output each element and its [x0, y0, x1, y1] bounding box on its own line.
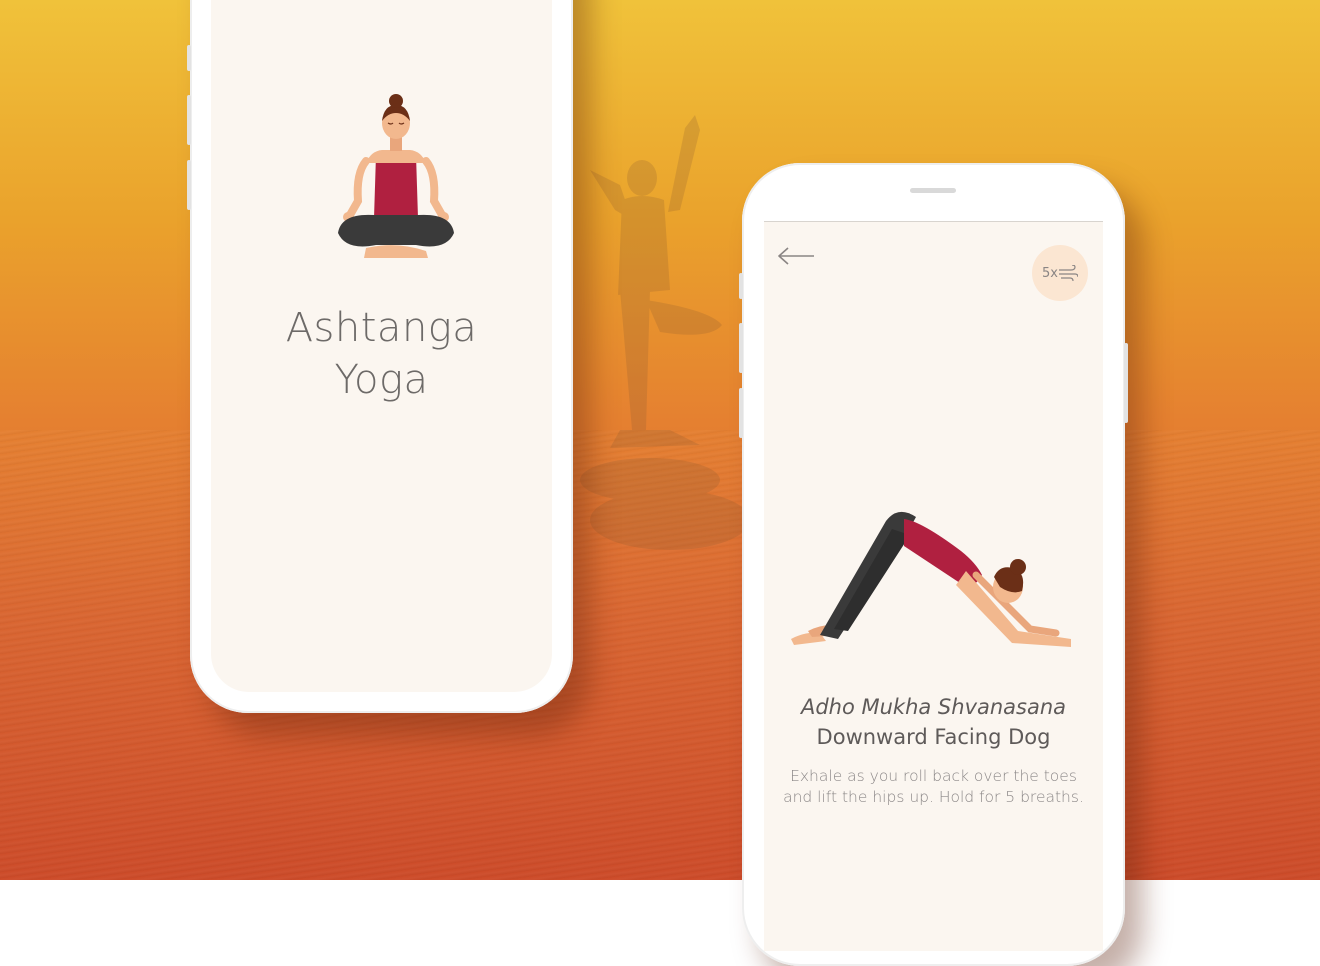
meditating-woman-icon: [338, 94, 454, 258]
tree-pose-silhouette: [580, 115, 750, 550]
splash-screen: Ashtanga Yoga: [211, 0, 552, 692]
splash-phone: Ashtanga Yoga: [187, 0, 573, 713]
pose-english-name: Downward Facing Dog: [816, 725, 1051, 749]
volume-up-button: [187, 95, 191, 145]
pose-sanskrit-name: Adho Mukha Shvanasana: [800, 695, 1067, 719]
back-arrow-icon: [778, 247, 814, 265]
pose-description: Exhale as you roll back over the toes an…: [783, 767, 1084, 806]
power-button: [1124, 343, 1128, 423]
app-title: Ashtanga Yoga: [211, 302, 552, 406]
mute-switch: [739, 273, 743, 299]
pose-detail-screen: 5x Adho Mukha Shvanasana Downward Facing…: [764, 221, 1103, 951]
status-divider: [764, 221, 1103, 222]
volume-up-button: [739, 323, 743, 373]
volume-down-button: [187, 160, 191, 210]
breath-count-badge[interactable]: 5x: [1032, 245, 1088, 301]
app-title-line1: Ashtanga: [285, 305, 478, 351]
breath-count: 5x: [1042, 265, 1058, 281]
volume-down-button: [739, 388, 743, 438]
wind-breath-icon: [1058, 265, 1078, 281]
app-title-line2: Yoga: [334, 357, 429, 403]
mute-switch: [187, 45, 191, 71]
back-button[interactable]: [776, 241, 818, 271]
pose-phone: 5x Adho Mukha Shvanasana Downward Facing…: [739, 163, 1128, 966]
speaker-grille: [910, 188, 956, 193]
downward-dog-woman-icon: [791, 511, 1071, 647]
